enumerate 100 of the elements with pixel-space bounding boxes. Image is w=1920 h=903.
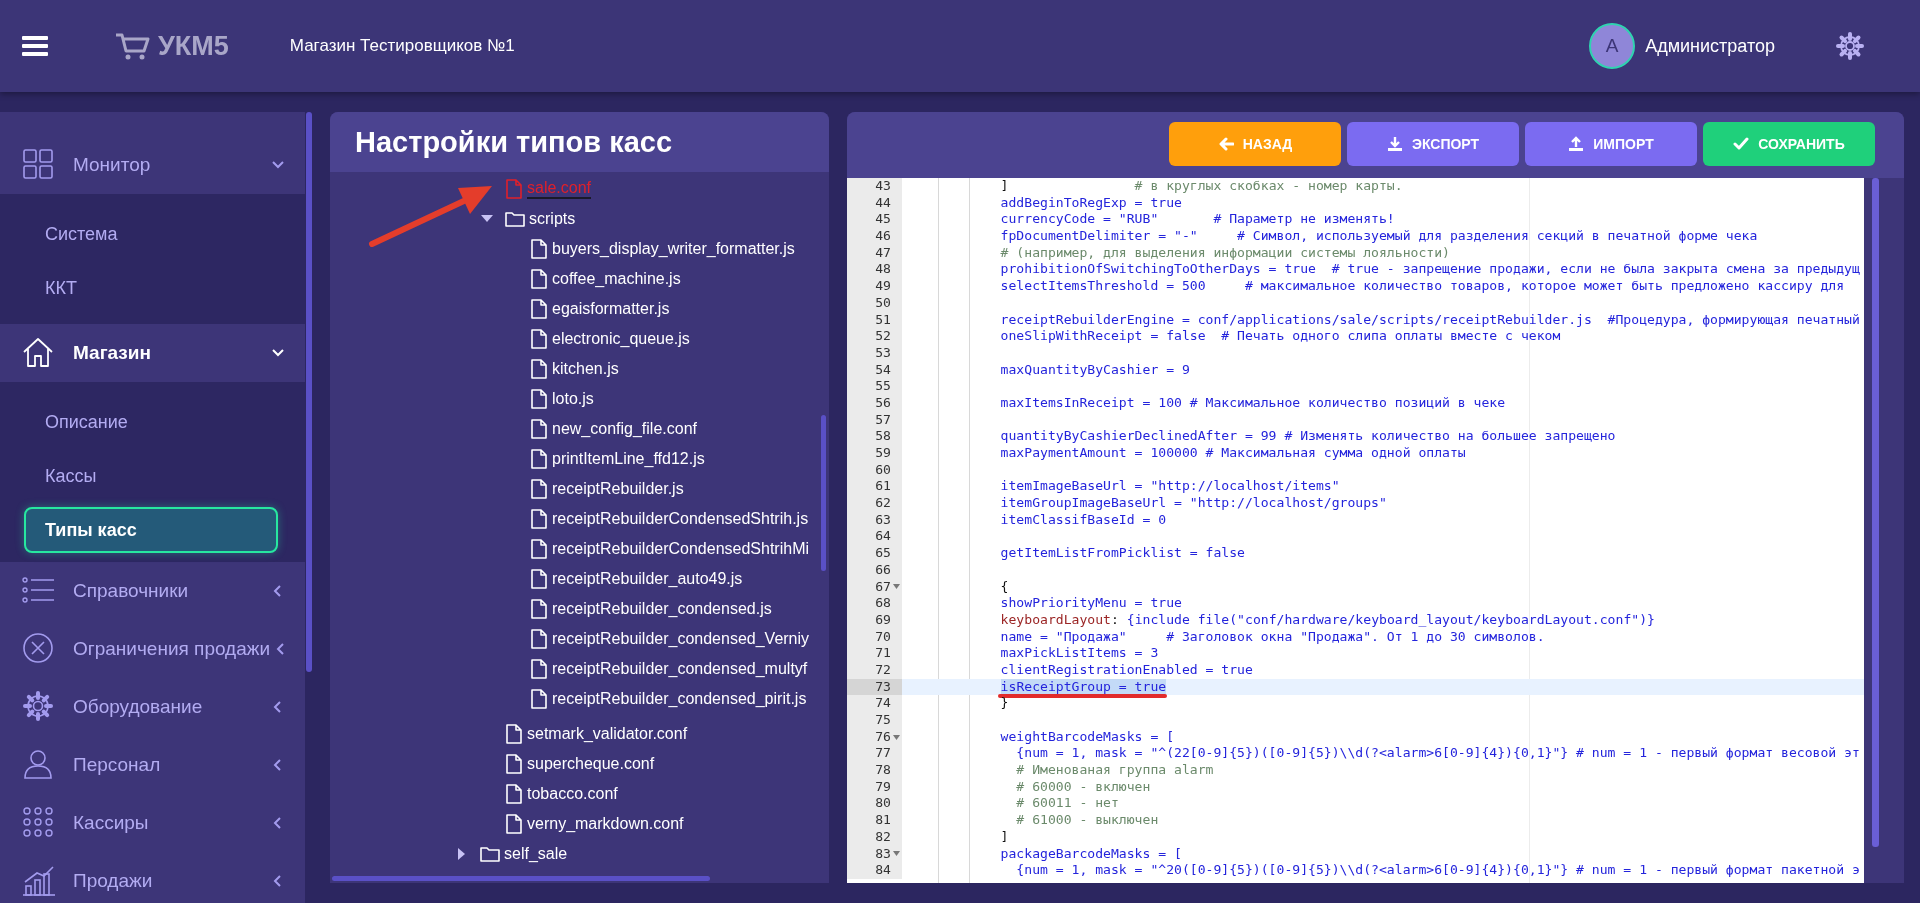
submenu-item[interactable]: ККТ <box>0 261 305 315</box>
file-icon <box>530 449 548 469</box>
menu-item[interactable]: Кассиры <box>0 794 305 852</box>
line-number: 74 <box>875 695 891 712</box>
menu-item[interactable]: Монитор <box>0 136 305 194</box>
line-number: 55 <box>875 378 891 395</box>
tree-item[interactable]: egaisformatter.js <box>455 294 829 324</box>
file-icon <box>530 479 548 499</box>
tree-item[interactable]: scripts <box>455 204 829 234</box>
tree-item[interactable]: coffee_machine.js <box>455 264 829 294</box>
line-number: 53 <box>875 344 891 362</box>
code-line: # 61000 - выключен <box>1015 812 1159 828</box>
line-number: 62 <box>875 495 891 512</box>
file-icon <box>530 239 548 259</box>
line-number: 76 <box>875 728 891 746</box>
code-line: fpDocumentDelimiter = "-" # Символ, используемый для разделения секций в печатной форме чека <box>999 228 1758 244</box>
tree-item[interactable]: buyers_display_writer_formatter.js <box>455 234 829 264</box>
code-line: # 60011 - нет <box>1015 795 1119 811</box>
tree-item[interactable]: setmark_validator.conf <box>455 719 829 749</box>
code-line: weightBarcodeMasks = [ <box>999 728 1175 744</box>
tree-item[interactable]: verny_markdown.conf <box>455 809 829 839</box>
tree-item[interactable]: receiptRebuilder_condensed.js <box>455 594 829 624</box>
code-line: receiptRebuilderEngine = conf/applications/sale/scripts/receiptRebuilder.js #Процедура, формирующая печатный <box>999 311 1860 327</box>
line-number: 73 <box>875 678 891 696</box>
menu-item[interactable]: Персонал <box>0 736 305 794</box>
line-number: 54 <box>875 361 891 379</box>
tree-item[interactable]: receiptRebuilder.js <box>455 474 829 504</box>
file-icon <box>530 299 548 319</box>
code-line: maxPickListItems = 3 <box>999 645 1159 661</box>
menu-item[interactable]: Ограничения продажи <box>0 620 305 678</box>
menu-icon[interactable] <box>22 36 48 56</box>
code-line: oneSlipWithReceipt = false # Печать одного слипа оплаты вместе с чеком <box>999 328 1561 344</box>
line-number: 82 <box>875 828 891 846</box>
line-number: 60 <box>875 461 891 479</box>
export-button[interactable]: ЭКСПОРТ <box>1347 122 1519 166</box>
download-icon <box>1386 136 1403 152</box>
file-icon <box>505 179 523 199</box>
user-name[interactable]: Администратор <box>1645 35 1775 57</box>
code-line: maxQuantityByCashier = 9 <box>999 361 1190 377</box>
code-line: prohibitionOfSwitchingToOtherDays = true # true - запрещение продажи, если не была закрыта смена за предыдущ <box>999 261 1860 277</box>
submenu-item[interactable]: Кассы <box>0 449 305 503</box>
tree-item[interactable]: receiptRebuilder_condensed_pirit.js <box>455 684 829 714</box>
tree-item[interactable]: electronic_queue.js <box>455 324 829 354</box>
line-number: 84 <box>875 862 891 879</box>
tree-item[interactable]: new_config_file.conf <box>455 414 829 444</box>
code-line: name = "Продажа" # Заголовок окна "Продажа". От 1 до 30 символов. <box>999 628 1545 644</box>
submenu-item[interactable]: Описание <box>0 395 305 449</box>
folder-icon <box>505 210 525 228</box>
tree-item[interactable]: self_sale <box>455 839 829 869</box>
dots-grid-icon <box>22 806 56 840</box>
menu-item[interactable]: Продажи <box>0 852 305 903</box>
scrollbar[interactable] <box>821 415 826 571</box>
code-line: quantityByCashierDeclinedAfter = 99 # Изменять количество на большее запрещено <box>999 428 1616 444</box>
file-icon <box>530 509 548 529</box>
menu-item[interactable]: Оборудование <box>0 678 305 736</box>
menu-item[interactable]: Справочники <box>0 562 305 620</box>
code-line: { <box>999 578 1009 594</box>
tree-item[interactable]: supercheque.conf <box>455 749 829 779</box>
import-button[interactable]: ИМПОРТ <box>1525 122 1697 166</box>
settings-icon[interactable] <box>1835 31 1865 61</box>
code-line: # Именованая группа alarm <box>1015 762 1214 778</box>
line-number: 68 <box>875 595 891 612</box>
scrollbar[interactable] <box>1872 178 1879 847</box>
line-number: 71 <box>875 645 891 662</box>
line-number: 70 <box>875 628 891 646</box>
cross-circle-icon <box>22 632 56 666</box>
line-number: 56 <box>875 394 891 412</box>
tree-item[interactable]: receiptRebuilder_auto49.js <box>455 564 829 594</box>
tree-item[interactable]: printItemLine_ffd12.js <box>455 444 829 474</box>
tree-item[interactable]: tobacco.conf <box>455 779 829 809</box>
app-logo: УКМ5 <box>158 30 229 62</box>
tree-item[interactable]: receiptRebuilderCondensedShtrih.js <box>455 504 829 534</box>
line-number: 51 <box>875 311 891 329</box>
menu-item[interactable]: Магазин <box>0 324 305 382</box>
file-icon <box>530 659 548 679</box>
tree-item[interactable]: loto.js <box>455 384 829 414</box>
line-number: 43 <box>875 178 891 195</box>
fold-icon[interactable] <box>893 584 900 590</box>
tree-item[interactable]: receiptRebuilderCondensedShtrihMi <box>455 534 829 564</box>
file-icon <box>530 599 548 619</box>
line-number: 72 <box>875 661 891 679</box>
tree-item[interactable]: receiptRebuilder_condensed_Verniy <box>455 624 829 654</box>
tree-item[interactable]: receiptRebuilder_condensed_multyf <box>455 654 829 684</box>
line-number: 77 <box>875 745 891 763</box>
submenu-item[interactable]: Система <box>0 207 305 261</box>
scrollbar[interactable] <box>332 876 710 881</box>
code-line: itemClassifBaseId = 0 <box>999 511 1167 527</box>
scrollbar[interactable] <box>306 112 312 672</box>
line-number: 45 <box>875 211 891 229</box>
fold-icon[interactable] <box>893 734 900 740</box>
submenu-item[interactable]: Типы касс <box>24 507 278 553</box>
line-number: 44 <box>875 194 891 212</box>
file-icon <box>530 569 548 589</box>
fold-icon[interactable] <box>893 851 900 857</box>
code-line: showPriorityMenu = true <box>999 595 1182 611</box>
bar-chart-icon <box>22 864 56 898</box>
file-icon <box>505 724 523 744</box>
cart-icon <box>114 31 150 61</box>
file-icon <box>530 539 548 559</box>
tree-item[interactable]: kitchen.js <box>455 354 829 384</box>
